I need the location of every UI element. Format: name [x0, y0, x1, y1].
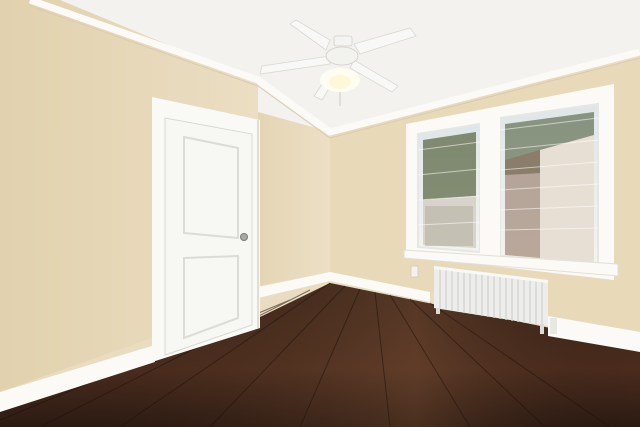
room-photo: [0, 0, 640, 427]
room-illustration: [0, 0, 640, 427]
closet-door: [152, 97, 260, 362]
wall-outlet: [410, 265, 419, 278]
door-knob-icon: [240, 233, 248, 241]
back-wall: [258, 112, 330, 286]
